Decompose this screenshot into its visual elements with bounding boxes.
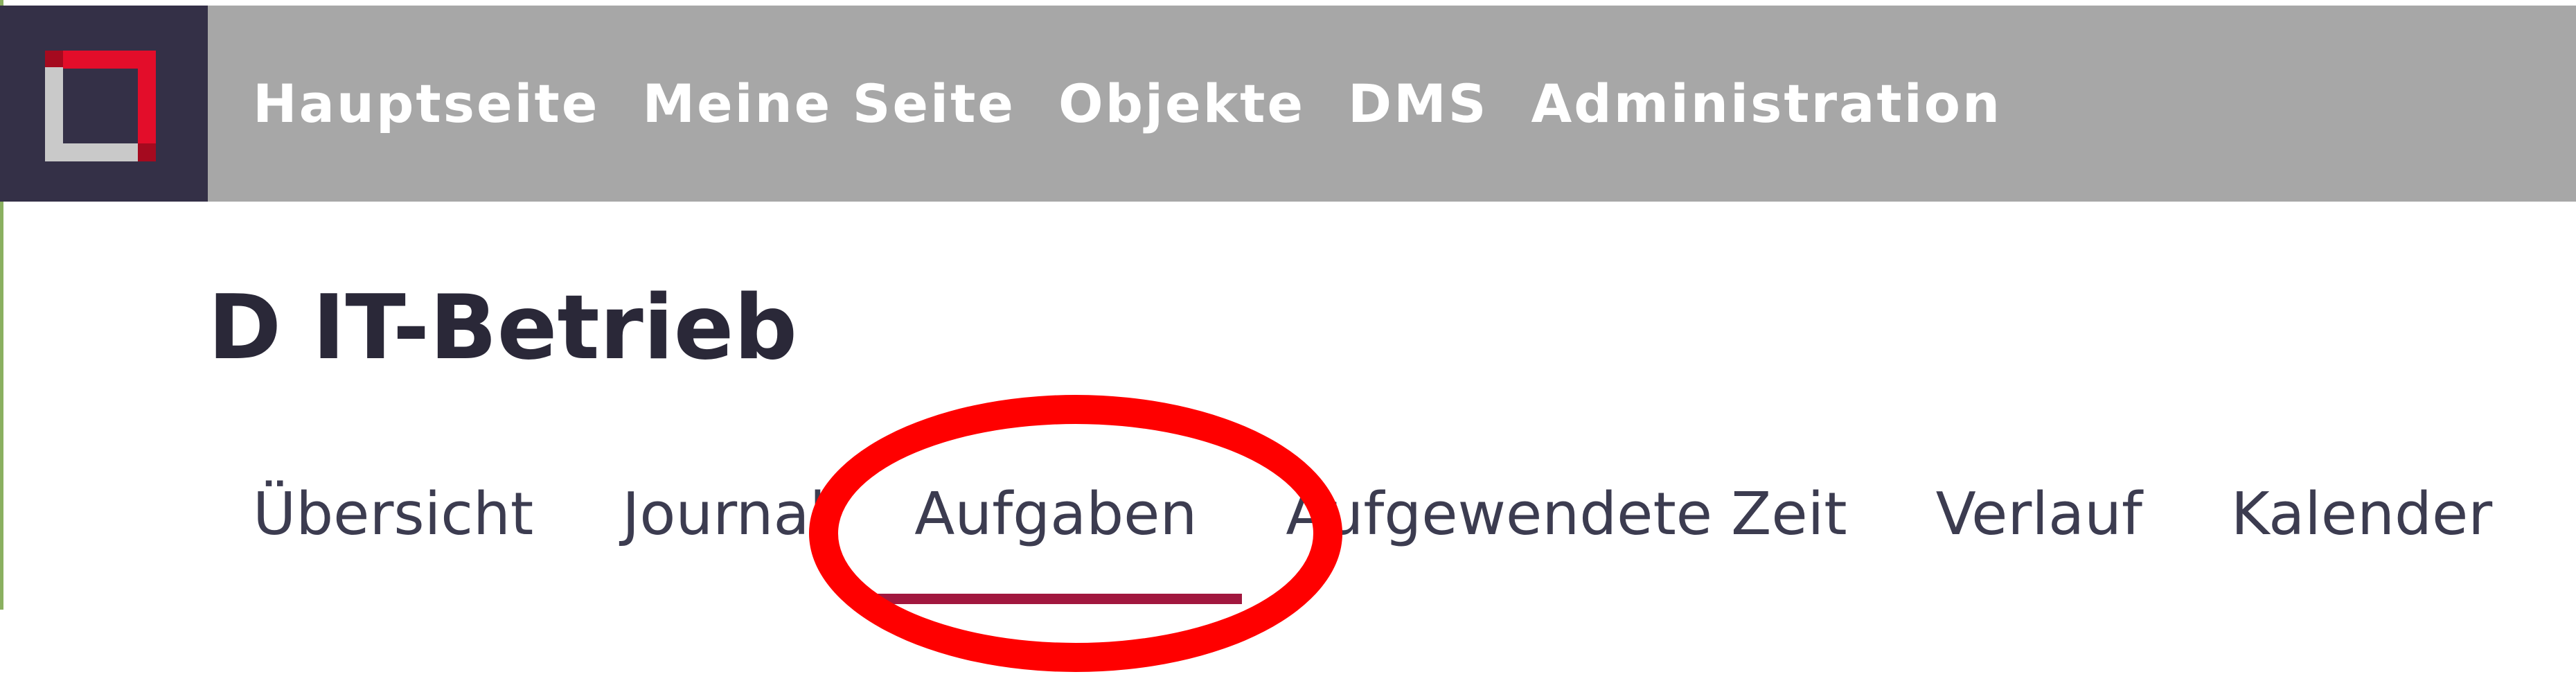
tab-verlauf[interactable]: Verlauf bbox=[1936, 485, 2142, 544]
project-title: D IT-Betrieb bbox=[208, 276, 798, 380]
project-tabs: Übersicht Journal Aufgaben Aufgewendete … bbox=[253, 485, 2576, 604]
app-logo-icon bbox=[45, 51, 156, 161]
main-menu: Hauptseite Meine Seite Objekte DMS Admin… bbox=[253, 6, 2045, 202]
tab-aufgaben[interactable]: Aufgaben bbox=[869, 485, 1243, 604]
top-navigation-bar: Hauptseite Meine Seite Objekte DMS Admin… bbox=[0, 6, 2576, 202]
nav-item-meine-seite[interactable]: Meine Seite bbox=[642, 73, 1015, 134]
nav-item-administration[interactable]: Administration bbox=[1531, 73, 2002, 134]
logo-link[interactable] bbox=[0, 6, 208, 202]
tab-kalender[interactable]: Kalender bbox=[2231, 485, 2492, 544]
tab-aufgewendete-zeit[interactable]: Aufgewendete Zeit bbox=[1286, 485, 1847, 544]
tab-uebersicht[interactable]: Übersicht bbox=[253, 485, 533, 544]
page: Hauptseite Meine Seite Objekte DMS Admin… bbox=[0, 0, 2576, 690]
nav-item-dms[interactable]: DMS bbox=[1348, 73, 1488, 134]
nav-item-hauptseite[interactable]: Hauptseite bbox=[253, 73, 599, 134]
nav-item-objekte[interactable]: Objekte bbox=[1058, 73, 1305, 134]
tab-journal[interactable]: Journal bbox=[622, 485, 826, 544]
